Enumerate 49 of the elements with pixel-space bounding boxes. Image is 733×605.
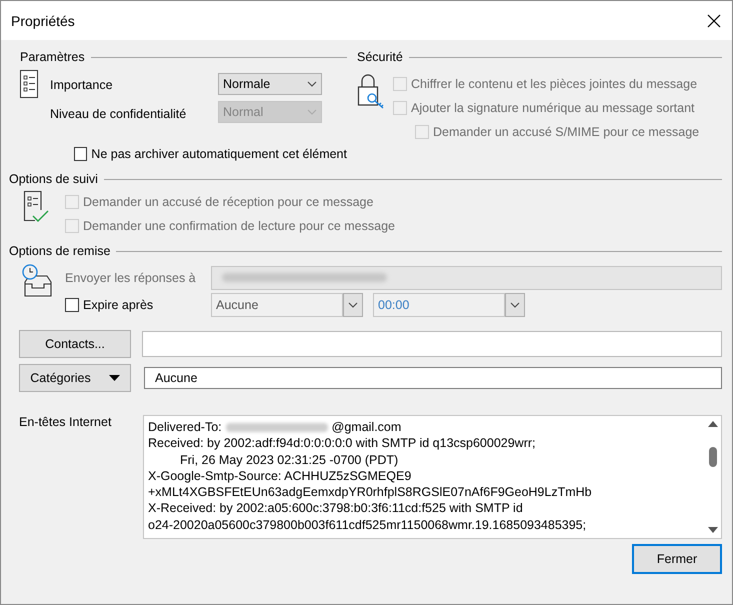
importance-label: Importance: [50, 78, 113, 92]
headers-label: En-têtes Internet: [19, 415, 112, 431]
categories-button[interactable]: Catégories: [19, 364, 131, 392]
scroll-down-icon: [708, 527, 718, 533]
triangle-down-icon: [108, 375, 120, 381]
expiry-date-field[interactable]: Aucune: [211, 292, 343, 316]
scroll-up-icon: [708, 421, 718, 427]
header-text: @gmail.com: [332, 420, 402, 434]
checkbox-label: Expire après: [83, 298, 154, 312]
reply-to-field[interactable]: [211, 266, 722, 290]
section-title: Options de remise: [9, 244, 110, 258]
header-line: +xMLt4XGBSFEtEUn63adgEemxdpYR0rhfplS8RGSlE07nAf6F9GeoH9LzTmHb: [148, 484, 593, 500]
header-line: X-Google-Smtp-Source: ACHHUZ5zSGMEQE9: [148, 468, 412, 484]
chevron-down-icon: [348, 302, 358, 308]
categories-field[interactable]: Aucune: [144, 367, 722, 389]
headers-textbox[interactable]: [143, 415, 722, 539]
list-icon: [20, 70, 38, 98]
confidentiality-label: Niveau de confidentialité: [50, 106, 186, 120]
tracking-option-label: Demander un accusé de réception pour ce message: [83, 195, 374, 209]
reply-to-label: Envoyer les réponses à: [65, 270, 197, 284]
checkbox[interactable]: [65, 298, 79, 312]
header-line: Fri, 26 May 2023 02:31:25 -0700 (PDT): [179, 452, 400, 468]
contacts-button[interactable]: Contacts...: [19, 330, 131, 358]
security-option-label: Chiffrer le contenu et les pièces jointes du message: [411, 77, 698, 91]
section-title: Options de suivi: [9, 172, 98, 186]
tracking-option-label: Demander une confirmation de lecture pour ce message: [83, 219, 395, 233]
section-title: Sécurité: [357, 50, 403, 64]
header-line: o24-20020a05600c379800b003f611cdf525mr1150068wmr.19.1685093485395;: [148, 516, 588, 534]
chevron-down-icon: [510, 302, 520, 308]
checkbox[interactable]: [74, 147, 88, 161]
security-option-label: Demander un accusé S/MIME pour ce message: [433, 125, 700, 139]
close-icon[interactable]: [706, 12, 722, 28]
contacts-field[interactable]: [142, 331, 722, 357]
importance-dropdown[interactable]: Normale: [218, 73, 322, 95]
dropdown-button[interactable]: [505, 292, 525, 316]
expiry-time-field[interactable]: 00:00: [373, 292, 505, 316]
scroll-thumb[interactable]: [708, 447, 716, 467]
checkbox-label: Ne pas archiver automatiquement cet élément: [91, 147, 347, 161]
header-text: Delivered-To:: [148, 420, 222, 434]
header-line: X-Received: by 2002:a05:600c:3798:b0:3f6:11cd:f525 with SMTP id: [148, 500, 524, 517]
header-line: Received: by 2002:adf:f94d:0:0:0:0:0 with SMTP id q13csp600029wrr;: [148, 435, 537, 452]
window-title: Propriétés: [11, 12, 75, 28]
chevron-down-icon: [307, 81, 317, 87]
chevron-down-icon: [307, 109, 317, 115]
close-button[interactable]: Fermer: [632, 544, 722, 574]
checklist-icon: [23, 190, 49, 224]
section-title: Paramètres: [20, 50, 85, 64]
dropdown-button[interactable]: [343, 292, 363, 316]
security-option-label: Ajouter la signature numérique au message sortant: [411, 101, 694, 115]
